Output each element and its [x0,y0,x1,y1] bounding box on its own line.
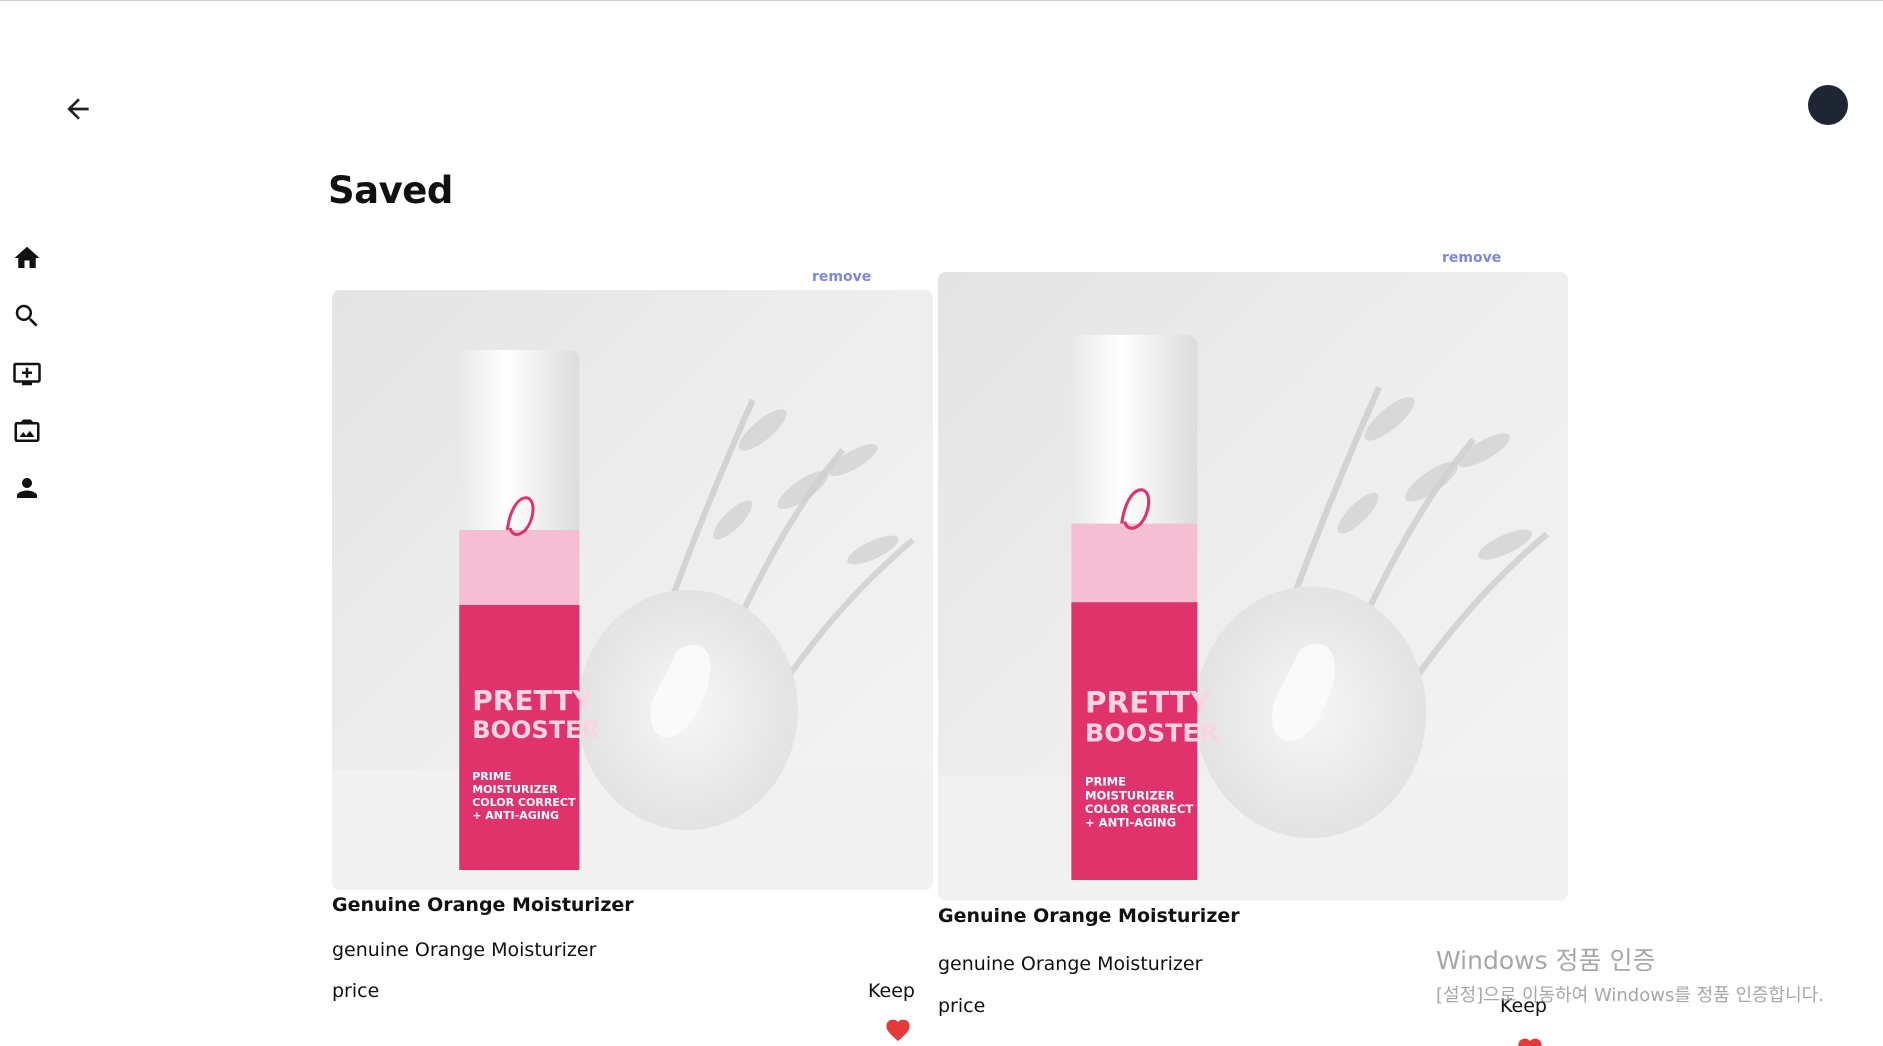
keep-label: Keep [868,980,915,1002]
svg-text:MOISTURIZER: MOISTURIZER [472,783,558,796]
svg-text:PRETTY: PRETTY [1085,685,1212,719]
sidebar-item-home[interactable] [12,243,42,273]
watermark-subtitle: [설정]으로 이동하여 Windows를 정품 인증합니다. [1436,985,1824,1006]
svg-text:+ ANTI-AGING: + ANTI-AGING [472,809,559,822]
arrow-left-icon [67,98,89,120]
gallery-icon [14,419,40,442]
svg-text:PRIME: PRIME [1085,775,1126,789]
svg-text:COLOR CORRECT: COLOR CORRECT [1085,802,1193,816]
product-price: price [938,995,986,1017]
add-post-icon [13,362,41,386]
back-button[interactable] [62,93,94,125]
saved-page: Saved remove PRETTY BOOSTER PRIME MOISTU… [0,0,1883,1046]
watermark-title: Windows 정품 인증 [1436,946,1656,975]
product-image[interactable]: PRETTY BOOSTER PRIME MOISTURIZER COLOR C… [332,290,933,890]
moisturizer-bottle-photo: PRETTY BOOSTER PRIME MOISTURIZER COLOR C… [332,290,933,890]
sidebar-item-profile[interactable] [12,473,42,503]
home-icon [14,246,40,268]
remove-link[interactable]: remove [1442,250,1501,266]
keep-heart-button[interactable] [1516,1035,1544,1046]
avatar[interactable] [1808,85,1848,125]
sidebar-item-add-post[interactable] [12,359,42,389]
product-image[interactable]: PRETTY BOOSTER PRIME MOISTURIZER COLOR C… [938,272,1568,901]
svg-text:PRETTY: PRETTY [472,684,593,717]
sidebar-item-gallery[interactable] [12,417,42,447]
svg-text:+ ANTI-AGING: + ANTI-AGING [1085,816,1176,830]
svg-text:BOOSTER: BOOSTER [1085,719,1219,748]
product-name: Genuine Orange Moisturizer [332,894,634,916]
product-name: Genuine Orange Moisturizer [938,905,1240,927]
heart-icon [886,1019,910,1042]
product-description: genuine Orange Moisturizer [938,953,1203,975]
keep-heart-button[interactable] [884,1016,912,1042]
heart-icon [1518,1038,1542,1046]
keep-label: Keep [1500,995,1547,1017]
profile-icon [17,478,37,498]
windows-activation-watermark: Windows 정품 인증 [설정]으로 이동하여 Windows를 정품 인증… [1436,941,1824,1007]
page-title: Saved [328,169,453,212]
search-icon [15,304,38,327]
svg-text:COLOR CORRECT: COLOR CORRECT [472,796,576,809]
moisturizer-bottle-photo: PRETTY BOOSTER PRIME MOISTURIZER COLOR C… [938,272,1568,901]
sidebar-item-search[interactable] [12,301,42,331]
product-description: genuine Orange Moisturizer [332,939,597,961]
svg-text:MOISTURIZER: MOISTURIZER [1085,788,1175,802]
remove-link[interactable]: remove [812,269,871,285]
svg-text:PRIME: PRIME [472,770,511,783]
product-price: price [332,980,380,1002]
svg-text:BOOSTER: BOOSTER [472,716,600,744]
